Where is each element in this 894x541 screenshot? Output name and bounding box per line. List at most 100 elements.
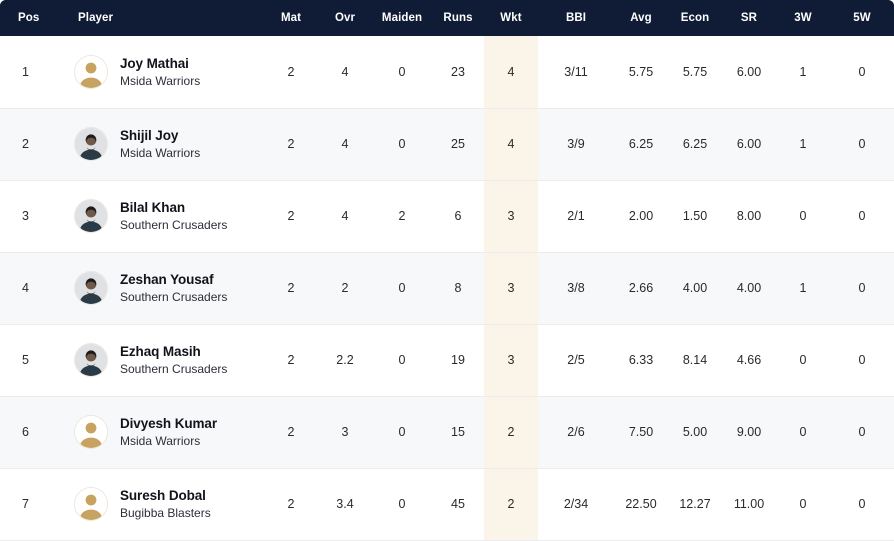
column-header-wkt[interactable]: Wkt	[484, 0, 538, 36]
cell-player[interactable]: Shijil Joy Msida Warriors	[56, 108, 264, 181]
player-team: Msida Warriors	[120, 433, 201, 448]
cell-mat: 2	[264, 108, 318, 181]
cell-ovr: 2	[318, 252, 372, 325]
cell-avg: 6.33	[614, 324, 668, 397]
avatar-placeholder-icon	[74, 415, 108, 449]
cell-player[interactable]: Divyesh Kumar Msida Warriors	[56, 396, 264, 469]
cell-runs: 15	[432, 396, 484, 469]
player-cell[interactable]: Divyesh Kumar Msida Warriors	[74, 415, 264, 449]
cell-bbi: 2/34	[538, 468, 614, 541]
player-name[interactable]: Bilal Khan	[120, 200, 227, 216]
player-team: Msida Warriors	[120, 73, 201, 88]
cell-sr: 4.66	[722, 324, 776, 397]
avatar-photo-icon	[74, 271, 108, 305]
cell-pos: 3	[0, 180, 56, 253]
table-row[interactable]: 6 Divyesh Kumar Msida Warriors 2 3 0 15 2 2/6 7.5…	[0, 396, 894, 469]
cell-sr: 6.00	[722, 36, 776, 109]
cell-mat: 2	[264, 36, 318, 109]
cell-bbi: 3/11	[538, 36, 614, 109]
cell-maiden: 0	[372, 36, 432, 109]
cell-w5: 0	[830, 252, 894, 325]
player-names: Joy Mathai Msida Warriors	[120, 56, 200, 88]
cell-maiden: 0	[372, 396, 432, 469]
cell-pos: 4	[0, 252, 56, 325]
cell-wkt: 3	[484, 180, 538, 253]
player-name[interactable]: Divyesh Kumar	[120, 416, 217, 432]
player-name[interactable]: Suresh Dobal	[120, 488, 211, 504]
cell-econ: 5.00	[668, 396, 722, 469]
cell-bbi: 3/8	[538, 252, 614, 325]
cell-player[interactable]: Ezhaq Masih Southern Crusaders	[56, 324, 264, 397]
cell-mat: 2	[264, 324, 318, 397]
cell-runs: 19	[432, 324, 484, 397]
cell-ovr: 3	[318, 396, 372, 469]
cell-w3: 1	[776, 36, 830, 109]
table-row[interactable]: 7 Suresh Dobal Bugibba Blasters 2 3.4 0 45 2 2/3…	[0, 468, 894, 541]
cell-avg: 6.25	[614, 108, 668, 181]
player-name[interactable]: Zeshan Yousaf	[120, 272, 227, 288]
cell-ovr: 2.2	[318, 324, 372, 397]
column-header-pos[interactable]: Pos	[0, 0, 56, 36]
column-header-avg[interactable]: Avg	[614, 0, 668, 36]
player-name[interactable]: Joy Mathai	[120, 56, 200, 72]
cell-avg: 2.00	[614, 180, 668, 253]
player-team: Msida Warriors	[120, 145, 201, 160]
player-cell[interactable]: Zeshan Yousaf Southern Crusaders	[74, 271, 264, 305]
cell-maiden: 2	[372, 180, 432, 253]
cell-ovr: 4	[318, 180, 372, 253]
table-row[interactable]: 2 Shijil Joy Msida Warriors 2 4 0 25 4 3/9 6.25 6.…	[0, 108, 894, 181]
cell-econ: 8.14	[668, 324, 722, 397]
cell-ovr: 4	[318, 108, 372, 181]
table-row[interactable]: 5 Ezhaq Masih Southern Crusaders 2 2.2 0 19 3 2/…	[0, 324, 894, 397]
bowling-stats-table-page: Pos Player Mat Ovr Maiden Runs Wkt BBI A…	[0, 0, 894, 541]
table-row[interactable]: 4 Zeshan Yousaf Southern Crusaders 2 2 0 8 3 3/8…	[0, 252, 894, 325]
column-header-bbi[interactable]: BBI	[538, 0, 614, 36]
cell-sr: 8.00	[722, 180, 776, 253]
column-header-player[interactable]: Player	[56, 0, 264, 36]
table-row[interactable]: 3 Bilal Khan Southern Crusaders 2 4 2 6 3 2/1 2.0…	[0, 180, 894, 253]
cell-pos: 6	[0, 396, 56, 469]
cell-avg: 7.50	[614, 396, 668, 469]
player-cell[interactable]: Joy Mathai Msida Warriors	[74, 54, 264, 89]
cell-runs: 8	[432, 252, 484, 325]
player-cell[interactable]: Suresh Dobal Bugibba Blasters	[74, 487, 264, 521]
player-names: Divyesh Kumar Msida Warriors	[120, 416, 217, 448]
cell-bbi: 3/9	[538, 108, 614, 181]
player-name[interactable]: Shijil Joy	[120, 128, 200, 144]
player-team: Bugibba Blasters	[120, 505, 211, 520]
player-names: Zeshan Yousaf Southern Crusaders	[120, 272, 227, 304]
cell-w5: 0	[830, 108, 894, 181]
column-header-econ[interactable]: Econ	[668, 0, 722, 36]
cell-w5: 0	[830, 468, 894, 541]
player-cell[interactable]: Shijil Joy Msida Warriors	[74, 127, 264, 161]
cell-pos: 1	[0, 36, 56, 109]
column-header-maiden[interactable]: Maiden	[372, 0, 432, 36]
cell-player[interactable]: Joy Mathai Msida Warriors	[56, 36, 264, 109]
avatar-photo-icon	[74, 343, 108, 377]
cell-sr: 11.00	[722, 468, 776, 541]
cell-w3: 0	[776, 180, 830, 253]
cell-w5: 0	[830, 396, 894, 469]
cell-wkt: 2	[484, 468, 538, 541]
cell-player[interactable]: Suresh Dobal Bugibba Blasters	[56, 468, 264, 541]
column-header-runs[interactable]: Runs	[432, 0, 484, 36]
cell-maiden: 0	[372, 252, 432, 325]
bowling-stats-table: Pos Player Mat Ovr Maiden Runs Wkt BBI A…	[0, 0, 894, 541]
player-cell[interactable]: Ezhaq Masih Southern Crusaders	[74, 343, 264, 377]
player-name[interactable]: Ezhaq Masih	[120, 344, 227, 360]
cell-w3: 1	[776, 252, 830, 325]
player-names: Ezhaq Masih Southern Crusaders	[120, 344, 227, 376]
column-header-sr[interactable]: SR	[722, 0, 776, 36]
column-header-mat[interactable]: Mat	[264, 0, 318, 36]
cell-player[interactable]: Bilal Khan Southern Crusaders	[56, 180, 264, 253]
cell-player[interactable]: Zeshan Yousaf Southern Crusaders	[56, 252, 264, 325]
cell-bbi: 2/5	[538, 324, 614, 397]
cell-econ: 12.27	[668, 468, 722, 541]
column-header-5w[interactable]: 5W	[830, 0, 894, 36]
column-header-3w[interactable]: 3W	[776, 0, 830, 36]
cell-w5: 0	[830, 36, 894, 109]
cell-w3: 0	[776, 468, 830, 541]
table-row[interactable]: 1 Joy Mathai Msida Warriors 2 4 0 23 4 3/11 5.75 5…	[0, 36, 894, 109]
player-cell[interactable]: Bilal Khan Southern Crusaders	[74, 199, 264, 233]
column-header-ovr[interactable]: Ovr	[318, 0, 372, 36]
